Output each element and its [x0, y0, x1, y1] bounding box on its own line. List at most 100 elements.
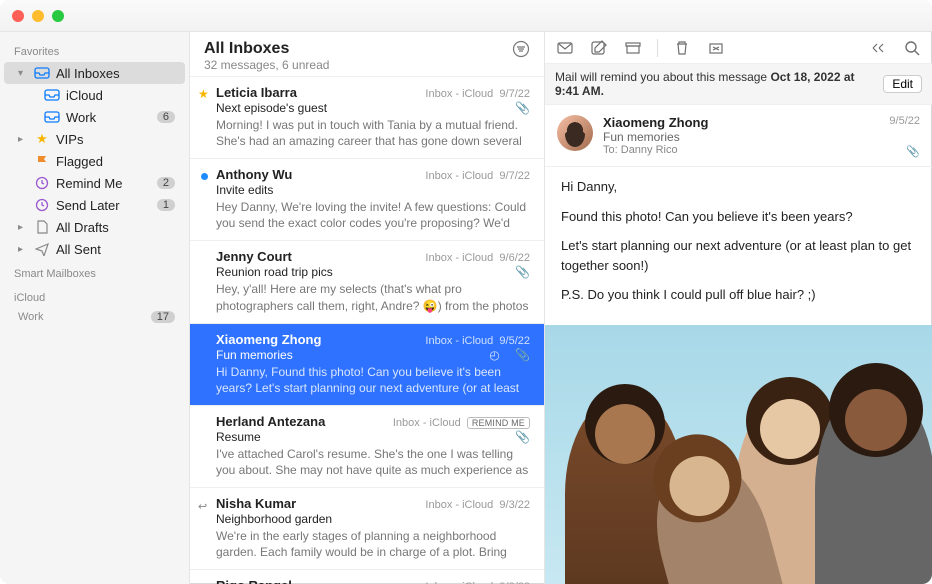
- attachment-icon: 📎: [515, 101, 530, 115]
- message-row-selected[interactable]: Xiaomeng Zhong Inbox - iCloud 9/5/22 Fun…: [190, 324, 544, 406]
- attachment-icon: 📎: [515, 348, 530, 362]
- message-subject: Fun memories: [216, 348, 293, 362]
- message-account: Inbox - iCloud: [425, 88, 493, 100]
- sidebar-item-all-sent[interactable]: ▸ All Sent: [4, 238, 185, 260]
- close-window-button[interactable]: [12, 10, 24, 22]
- sidebar-item-label: All Drafts: [56, 220, 175, 235]
- message-date: 9/5/22: [499, 335, 530, 347]
- junk-icon[interactable]: [706, 38, 726, 58]
- compose-icon[interactable]: [589, 38, 609, 58]
- message-date: 9/6/22: [499, 252, 530, 264]
- message-subject: Neighborhood garden: [216, 512, 332, 526]
- message-preview: Hi Danny, Found this photo! Can you beli…: [216, 364, 530, 395]
- count-badge: 2: [157, 177, 175, 189]
- message-row[interactable]: Rigo Rangel Inbox - iCloud 9/2/22 Park P…: [190, 570, 544, 584]
- message-account: Inbox - iCloud: [425, 499, 493, 511]
- sidebar-item-remind-me[interactable]: Remind Me 2: [4, 172, 185, 194]
- document-icon: [34, 219, 50, 235]
- sidebar-item-vips[interactable]: ▸ ★ VIPs: [4, 128, 185, 150]
- sidebar-section-icloud[interactable]: iCloud: [0, 284, 189, 308]
- sidebar: Favorites ▾ All Inboxes iCloud Work 6 ▸ …: [0, 32, 190, 584]
- message-account: Inbox - iCloud: [425, 252, 493, 264]
- trash-icon[interactable]: [672, 38, 692, 58]
- paper-plane-icon: [34, 241, 50, 257]
- message-subject: Reunion road trip pics: [216, 265, 333, 279]
- list-title: All Inboxes: [204, 40, 329, 58]
- message-row[interactable]: Anthony Wu Inbox - iCloud 9/7/22 Invite …: [190, 159, 544, 241]
- message-body: Hi Danny, Found this photo! Can you beli…: [545, 167, 932, 325]
- sidebar-section-label: Work: [18, 311, 145, 323]
- message-header: Xiaomeng Zhong Fun memories To: Danny Ri…: [545, 105, 932, 167]
- remind-me-badge: REMIND ME: [467, 417, 530, 429]
- message-sender: Nisha Kumar: [216, 496, 296, 511]
- sidebar-item-label: VIPs: [56, 132, 175, 147]
- message-account: Inbox - iCloud: [425, 335, 493, 347]
- attachment-icon: 📎: [889, 145, 920, 158]
- inbox-icon: [34, 65, 50, 81]
- sidebar-item-inbox-work[interactable]: Work 6: [4, 106, 185, 128]
- message-date: 9/7/22: [499, 88, 530, 100]
- sidebar-item-label: All Sent: [56, 242, 175, 257]
- sidebar-item-label: Send Later: [56, 198, 151, 213]
- window-titlebar: [0, 0, 932, 32]
- filter-button[interactable]: [512, 40, 530, 63]
- sidebar-item-flagged[interactable]: Flagged: [4, 150, 185, 172]
- message-preview: Hey, y'all! Here are my selects (that's …: [216, 281, 530, 312]
- reader-toolbar: [545, 32, 932, 64]
- message-sender: Leticia Ibarra: [216, 85, 297, 100]
- archive-icon[interactable]: [623, 38, 643, 58]
- sidebar-item-send-later[interactable]: Send Later 1: [4, 194, 185, 216]
- unread-dot-icon: [201, 173, 208, 180]
- envelope-icon[interactable]: [555, 38, 575, 58]
- message-row[interactable]: ★ Leticia Ibarra Inbox - iCloud 9/7/22 N…: [190, 77, 544, 159]
- zoom-window-button[interactable]: [52, 10, 64, 22]
- sidebar-section-work[interactable]: Work 17: [4, 308, 185, 326]
- unread-count-badge: 6: [157, 111, 175, 123]
- message-preview: We're in the early stages of planning a …: [216, 528, 530, 559]
- message-row[interactable]: ↩ Nisha Kumar Inbox - iCloud 9/3/22 Neig…: [190, 488, 544, 570]
- body-paragraph: Hi Danny,: [561, 177, 916, 197]
- message-account: Inbox - iCloud: [425, 170, 493, 182]
- message-sender: Herland Antezana: [216, 414, 325, 429]
- flag-icon: [34, 153, 50, 169]
- clock-icon: ◴: [489, 348, 499, 362]
- message-date: 9/3/22: [499, 499, 530, 511]
- chevron-right-icon[interactable]: ▸: [18, 134, 28, 145]
- vip-star-icon: ★: [198, 87, 209, 101]
- body-paragraph: P.S. Do you think I could pull off blue …: [561, 285, 916, 305]
- chevron-right-icon[interactable]: ▸: [18, 244, 28, 255]
- sidebar-item-label: Remind Me: [56, 176, 151, 191]
- message-sender: Rigo Rangel: [216, 578, 292, 584]
- message-row[interactable]: Herland Antezana Inbox - iCloud REMIND M…: [190, 406, 544, 488]
- search-icon[interactable]: [902, 38, 922, 58]
- sidebar-item-all-inboxes[interactable]: ▾ All Inboxes: [4, 62, 185, 84]
- banner-text: Mail will remind you about this message: [555, 70, 770, 84]
- body-paragraph: Found this photo! Can you believe it's b…: [561, 207, 916, 227]
- clock-icon: [34, 175, 50, 191]
- star-icon: ★: [34, 131, 50, 147]
- message-sender: Anthony Wu: [216, 167, 292, 182]
- attachment-icon: 📎: [515, 265, 530, 279]
- more-icon[interactable]: [868, 38, 888, 58]
- clock-icon: [34, 197, 50, 213]
- attached-photo[interactable]: [545, 325, 932, 584]
- minimize-window-button[interactable]: [32, 10, 44, 22]
- message-date: 9/5/22: [889, 115, 920, 127]
- message-preview: I've attached Carol's resume. She's the …: [216, 446, 530, 477]
- message-row[interactable]: Jenny Court Inbox - iCloud 9/6/22 Reunio…: [190, 241, 544, 323]
- inbox-icon: [44, 109, 60, 125]
- sidebar-item-label: All Inboxes: [56, 66, 175, 81]
- sidebar-item-inbox-icloud[interactable]: iCloud: [4, 84, 185, 106]
- edit-button[interactable]: Edit: [883, 75, 922, 93]
- attachment-icon: 📎: [515, 430, 530, 444]
- message-subject: Resume: [216, 430, 261, 444]
- sidebar-item-all-drafts[interactable]: ▸ All Drafts: [4, 216, 185, 238]
- to-name: Danny Rico: [621, 144, 678, 156]
- message-sender: Jenny Court: [216, 249, 292, 264]
- remind-banner: Mail will remind you about this message …: [545, 64, 932, 105]
- chevron-down-icon[interactable]: ▾: [18, 68, 28, 79]
- message-subject: Invite edits: [216, 183, 273, 197]
- sidebar-section-smart: Smart Mailboxes: [0, 260, 189, 284]
- message-subject: Fun memories: [603, 130, 879, 144]
- chevron-right-icon[interactable]: ▸: [18, 222, 28, 233]
